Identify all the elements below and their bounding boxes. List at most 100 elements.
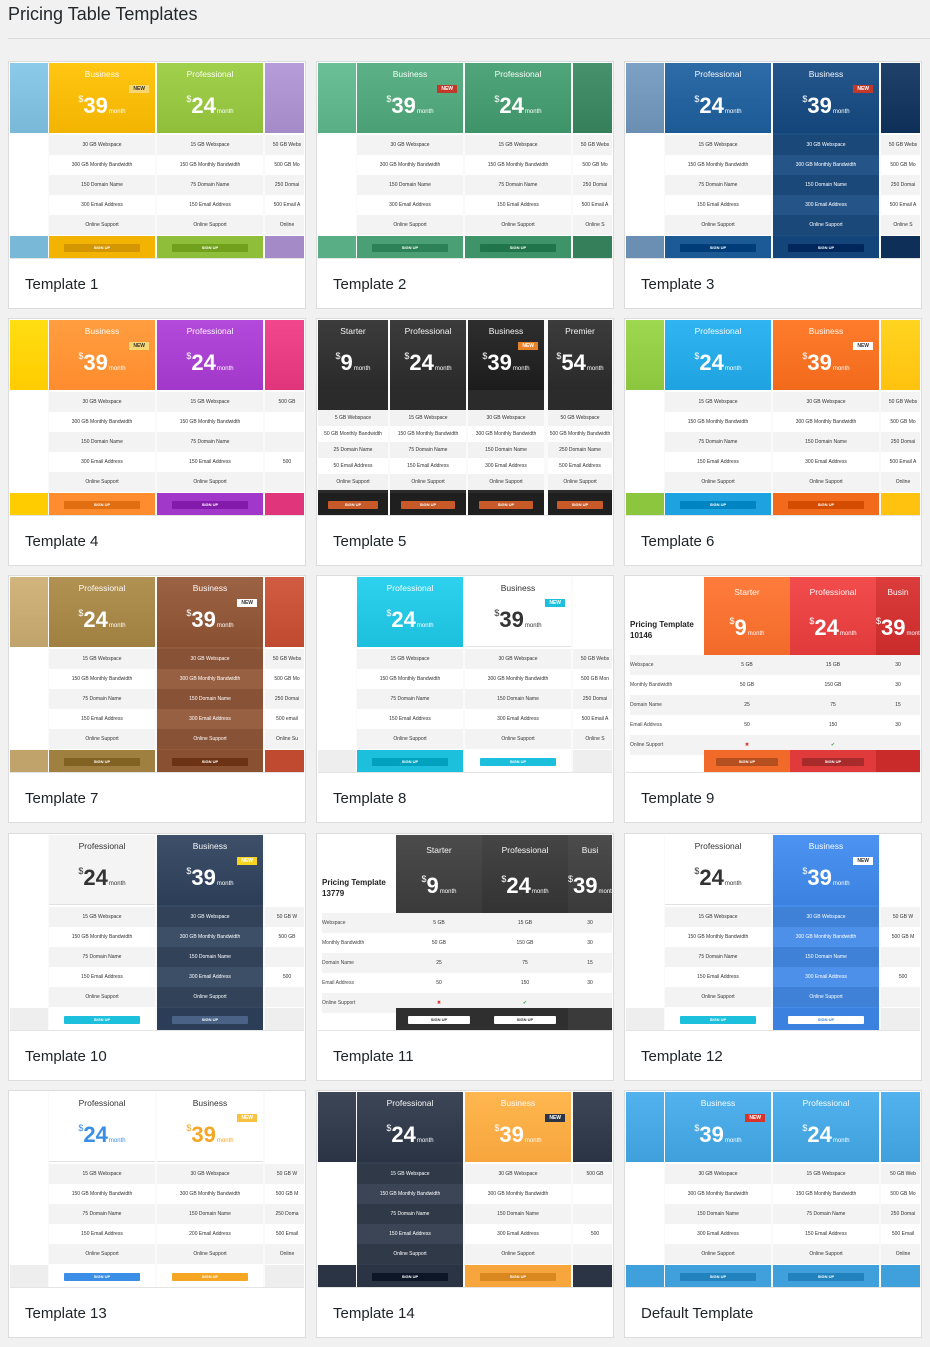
template-preview[interactable]: Business $39month NEW 30 GB Webspace 300 GB … <box>318 63 612 259</box>
feature-row: 300 Email Address <box>773 195 879 215</box>
sign-up-button[interactable]: SIGN UP <box>63 1016 141 1024</box>
feature-row: 30 GB Webspace <box>157 907 263 927</box>
template-card[interactable]: Starter $9month 5 GB Webspace 50 GB Monthly… <box>316 318 614 566</box>
sign-up-button[interactable]: SIGN UP <box>479 1273 557 1281</box>
feature-row: 150 GB Monthly Bandwidth <box>665 927 771 947</box>
feature-row: Online Support <box>773 472 879 492</box>
template-card[interactable]: Professional $24month 15 GB Webspace 150 GB… <box>316 1090 614 1338</box>
feature-row: 30 GB Webspace <box>357 135 463 155</box>
plan-name: Business <box>192 583 228 593</box>
sign-up-button[interactable]: SIGN UP <box>327 501 379 509</box>
template-card[interactable]: Professional $24month 15 GB Webspace 150 GB… <box>624 61 922 309</box>
sign-up-button[interactable]: SIGN UP <box>371 244 449 252</box>
sign-up-button[interactable]: SIGN UP <box>408 1016 470 1024</box>
sign-up-button[interactable]: SIGN UP <box>787 244 865 252</box>
plan-name: Professional <box>78 841 126 851</box>
sign-up-button[interactable]: SIGN UP <box>556 501 604 509</box>
template-preview[interactable]: Business $39month NEW 30 GB Webspace 300 GB … <box>626 1092 920 1288</box>
template-preview[interactable]: Professional $24month 15 GB Webspace 150 GB… <box>318 1092 612 1288</box>
template-preview[interactable]: Professional $24month 15 GB Webspace 150 GB… <box>626 320 920 516</box>
sign-up-button[interactable]: SIGN UP <box>716 758 778 766</box>
sign-up-button[interactable]: SIGN UP <box>787 501 865 509</box>
sign-up-button[interactable]: SIGN UP <box>63 1273 141 1281</box>
feature-row: 300 GB Monthly Bandwidth <box>157 1184 263 1204</box>
sign-up-button[interactable]: SIGN UP <box>679 1273 757 1281</box>
template-preview[interactable]: Professional $24month 15 GB Webspace 150 GB… <box>10 577 304 773</box>
sign-up-button[interactable]: SIGN UP <box>371 1273 449 1281</box>
sign-up-button[interactable]: SIGN UP <box>479 758 557 766</box>
plan-footer <box>318 1265 356 1287</box>
template-card[interactable]: Business $39month NEW 30 GB Webspace 300 GB … <box>316 61 614 309</box>
feature-row: 150 GB Monthly Bandwidth <box>665 412 771 432</box>
sign-up-button[interactable]: SIGN UP <box>679 1016 757 1024</box>
sign-up-button[interactable]: SIGN UP <box>63 244 141 252</box>
template-preview[interactable]: Professional $24month 15 GB Webspace 150 GB… <box>626 835 920 1031</box>
feature-row: 15 GB <box>482 913 568 933</box>
sign-up-button[interactable]: SIGN UP <box>400 501 456 509</box>
partial-plan-column: 50 GB W 500 GB 500 <box>265 835 304 1030</box>
template-card[interactable]: Professional $24month 15 GB Webspace 150 GB… <box>316 575 614 823</box>
template-preview[interactable]: Professional $24month 15 GB Webspace 150 GB… <box>318 577 612 773</box>
sign-up-button[interactable]: SIGN UP <box>63 501 141 509</box>
price-amount: 24 <box>506 873 531 898</box>
feature-row: Online Support <box>157 215 263 235</box>
feature-row: Online Support <box>49 215 155 235</box>
new-badge: NEW <box>237 1114 257 1122</box>
feature-row: 30 GB Webspace <box>49 135 155 155</box>
template-preview[interactable]: Business $39month NEW 30 GB Webspace 300 GB … <box>10 320 304 516</box>
partial-plan-column <box>10 577 48 772</box>
template-card[interactable]: Professional $24month 15 GB Webspace 150 GB… <box>8 833 306 1081</box>
plan-name: Professional <box>494 69 542 79</box>
sign-up-button[interactable]: SIGN UP <box>371 758 449 766</box>
sign-up-button[interactable]: SIGN UP <box>679 501 757 509</box>
template-preview[interactable]: Professional $24month 15 GB Webspace 150 GB… <box>10 835 304 1031</box>
sign-up-button[interactable]: SIGN UP <box>171 244 249 252</box>
sign-up-button[interactable]: SIGN UP <box>171 758 249 766</box>
template-card[interactable]: Pricing Template 13779 Webspace Monthly Ba… <box>316 833 614 1081</box>
template-card[interactable]: Professional $24month 15 GB Webspace 150 GB… <box>624 833 922 1081</box>
feature-label: Email Address <box>630 715 704 735</box>
feature-row: 75 <box>482 953 568 973</box>
template-card[interactable]: Professional $24month 15 GB Webspace 150 GB… <box>8 1090 306 1338</box>
sign-up-button[interactable]: SIGN UP <box>494 1016 556 1024</box>
template-card[interactable]: Business $39month NEW 30 GB Webspace 300 GB … <box>8 61 306 309</box>
template-preview[interactable]: Pricing Template 13779 Webspace Monthly Ba… <box>318 835 612 1031</box>
price-amount: 24 <box>807 1122 832 1147</box>
feature-row: 150 Email Address <box>465 195 571 215</box>
template-card[interactable]: Professional $24month 15 GB Webspace 150 GB… <box>624 318 922 566</box>
template-preview[interactable]: Starter $9month 5 GB Webspace 50 GB Monthly… <box>318 320 612 516</box>
sign-up-button[interactable]: SIGN UP <box>63 758 141 766</box>
feature-row: Online Support <box>465 729 571 749</box>
template-card[interactable]: Professional $24month 15 GB Webspace 150 GB… <box>8 575 306 823</box>
plan-price: $39month <box>186 607 234 632</box>
sign-up-button[interactable]: SIGN UP <box>478 501 534 509</box>
plan-header <box>265 1092 304 1162</box>
sign-up-button[interactable]: SIGN UP <box>479 244 557 252</box>
template-card[interactable]: Pricing Template 10146 Webspace Monthly Ba… <box>624 575 922 823</box>
template-preview[interactable]: Professional $24month 15 GB Webspace 150 GB… <box>626 63 920 259</box>
feature-row <box>881 947 920 967</box>
template-card[interactable]: Business $39month NEW 30 GB Webspace 300 GB … <box>624 1090 922 1338</box>
template-preview[interactable]: Pricing Template 10146 Webspace Monthly Ba… <box>626 577 920 773</box>
feature-row: Online Support <box>665 472 771 492</box>
sign-up-button[interactable]: SIGN UP <box>679 244 757 252</box>
sign-up-button[interactable]: SIGN UP <box>787 1016 865 1024</box>
sign-up-button[interactable]: SIGN UP <box>802 758 864 766</box>
plan-name: Business <box>808 841 844 851</box>
feature-row: Online Support <box>157 1244 263 1264</box>
price-amount: 39 <box>499 607 524 632</box>
feature-row: Online S <box>573 729 612 749</box>
feature-row: 500 GB M <box>265 1184 304 1204</box>
sign-up-button[interactable]: SIGN UP <box>171 1016 249 1024</box>
template-card[interactable]: Business $39month NEW 30 GB Webspace 300 GB … <box>8 318 306 566</box>
template-preview[interactable]: Business $39month NEW 30 GB Webspace 300 GB … <box>10 63 304 259</box>
sign-up-button[interactable]: SIGN UP <box>171 501 249 509</box>
template-label: Template 12 <box>641 1048 723 1065</box>
sign-up-button[interactable]: SIGN UP <box>787 1273 865 1281</box>
partial-plan-column <box>10 63 48 258</box>
sign-up-button[interactable]: SIGN UP <box>171 1273 249 1281</box>
template-preview[interactable]: Professional $24month 15 GB Webspace 150 GB… <box>10 1092 304 1288</box>
feature-row: 500 Email <box>881 1224 920 1244</box>
price-amount: 9 <box>340 350 353 375</box>
price-amount: 39 <box>807 93 832 118</box>
